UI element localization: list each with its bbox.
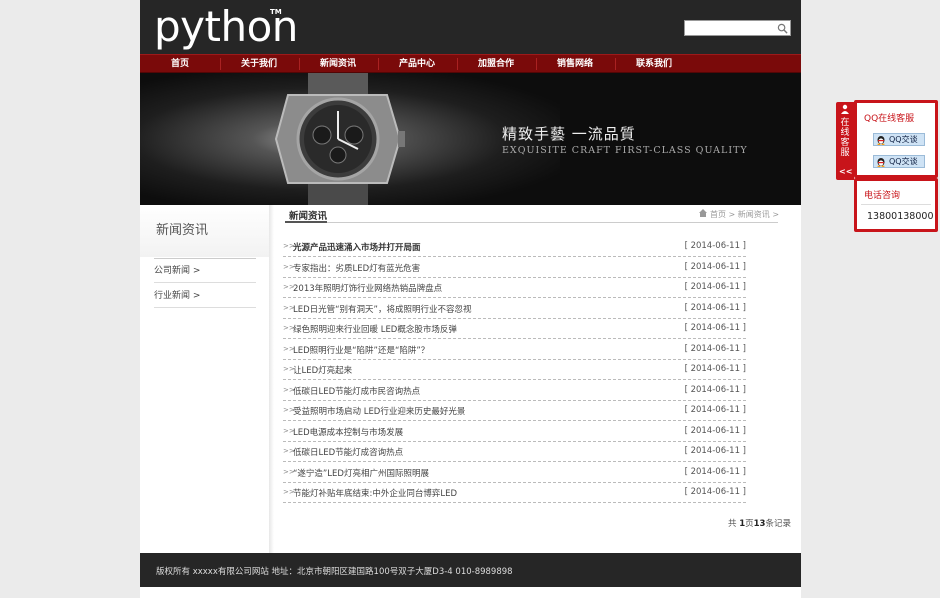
news-date: [ 2014-06-11 ]	[684, 405, 746, 415]
news-row[interactable]: >> LED照明行业是“陷阱”还是“陷阱”？ [ 2014-06-11 ]	[283, 340, 746, 360]
news-row[interactable]: >> 让LED灯亮起来 [ 2014-06-11 ]	[283, 360, 746, 380]
news-row[interactable]: >> 受益照明市场启动 LED行业迎来历史最好光景 [ 2014-06-11 ]	[283, 401, 746, 421]
news-date: [ 2014-06-11 ]	[684, 344, 746, 354]
banner-slogan-cn: 精致手藝 一流品質	[502, 125, 636, 143]
news-title[interactable]: LED日光管“别有洞天”，将成照明行业不容忽视	[293, 303, 471, 315]
news-row[interactable]: >> “遂宁造”LED灯亮相广州国际照明展 [ 2014-06-11 ]	[283, 463, 746, 483]
news-row[interactable]: >> LED日光管“别有洞天”，将成照明行业不容忽视 [ 2014-06-11 …	[283, 299, 746, 319]
news-date: [ 2014-06-11 ]	[684, 262, 746, 272]
service-collapse-button[interactable]: <<	[839, 167, 852, 176]
news-title[interactable]: 低碳日LED节能灯成咨询热点	[293, 446, 403, 458]
news-row[interactable]: >> 绿色照明迎来行业回暖 LED概念股市场反弹 [ 2014-06-11 ]	[283, 319, 746, 339]
news-row[interactable]: >> 低碳日LED节能灯成市民咨询热点 [ 2014-06-11 ]	[283, 381, 746, 401]
section-rule	[285, 222, 778, 223]
section-title: 新闻资讯	[289, 211, 328, 222]
phone-consult-rule	[861, 204, 931, 205]
banner-slogan-en: EXQUISITE CRAFT FIRST-CLASS QUALITY	[502, 145, 748, 156]
news-date: [ 2014-06-11 ]	[684, 467, 746, 477]
news-title[interactable]: 节能灯补贴年底结束:中外企业同台博弈LED	[293, 487, 457, 499]
phone-consult-panel: 电话咨询 13800138000	[854, 178, 938, 232]
news-title[interactable]: LED照明行业是“陷阱”还是“陷阱”？	[293, 344, 429, 356]
nav-item-contact[interactable]: 联系我们	[614, 55, 694, 73]
service-person-icon	[841, 104, 849, 114]
news-date: [ 2014-06-11 ]	[684, 487, 746, 497]
search-icon[interactable]	[777, 23, 788, 34]
search-input[interactable]	[687, 22, 775, 34]
pager-prefix: 共	[728, 519, 740, 529]
news-date: [ 2014-06-11 ]	[684, 426, 746, 436]
news-row[interactable]: >> 低碳日LED节能灯成咨询热点 [ 2014-06-11 ]	[283, 442, 746, 462]
section-rule-accent	[285, 221, 327, 223]
news-row[interactable]: >> 2013年照明灯饰行业网络热销品牌盘点 [ 2014-06-11 ]	[283, 278, 746, 298]
news-title[interactable]: 让LED灯亮起来	[293, 364, 352, 376]
service-tab-label: 在线客服	[840, 118, 850, 158]
phone-consult-title: 电话咨询	[864, 191, 901, 201]
pager-mid: 页	[745, 519, 754, 529]
news-title[interactable]: 受益照明市场启动 LED行业迎来历史最好光景	[293, 405, 465, 417]
qq-service-panel: QQ在线客服 QQ交谈 QQ交谈	[854, 100, 938, 178]
sidebar-item-company-news[interactable]: 公司新闻 >	[154, 259, 256, 283]
phone-number[interactable]: 13800138000	[867, 211, 934, 222]
news-title[interactable]: 专家指出：劣质LED灯有蓝光危害	[293, 262, 420, 274]
nav-item-franchise[interactable]: 加盟合作	[456, 55, 536, 73]
qq-chat-button[interactable]: QQ交谈	[873, 133, 925, 146]
sidebar-title: 新闻资讯	[156, 223, 209, 238]
breadcrumb[interactable]: 首页 > 新闻资讯 >	[710, 209, 779, 220]
pager-count: 13	[753, 519, 766, 529]
sidebar-item-industry-news[interactable]: 行业新闻 >	[154, 284, 256, 308]
news-row[interactable]: >> 专家指出：劣质LED灯有蓝光危害 [ 2014-06-11 ]	[283, 258, 746, 278]
banner: 精致手藝 一流品質 EXQUISITE CRAFT FIRST-CLASS QU…	[140, 73, 801, 205]
news-date: [ 2014-06-11 ]	[684, 446, 746, 456]
qq-chat-label: QQ交谈	[889, 135, 918, 144]
news-title[interactable]: 绿色照明迎来行业回暖 LED概念股市场反弹	[293, 323, 457, 335]
footer-copyright: 版权所有 xxxxx有限公司网站 地址：北京市朝阳区建国路100号双子大厦D3-…	[156, 567, 513, 577]
news-row[interactable]: >> 节能灯补贴年底结束:中外企业同台博弈LED [ 2014-06-11 ]	[283, 483, 746, 503]
header: python TM	[140, 0, 801, 54]
search-box	[684, 20, 791, 36]
online-service-tab[interactable]: 在线客服 <<	[836, 102, 854, 180]
main-nav: 首页 关于我们 新闻资讯 产品中心 加盟合作 销售网络 联系我们	[140, 54, 801, 73]
qq-service-title: QQ在线客服	[864, 114, 915, 124]
news-row[interactable]: >> 光源产品迅速涌入市场并打开局面 [ 2014-06-11 ]	[283, 237, 746, 257]
nav-item-sales-network[interactable]: 销售网络	[535, 55, 615, 73]
news-date: [ 2014-06-11 ]	[684, 385, 746, 395]
news-date: [ 2014-06-11 ]	[684, 364, 746, 374]
nav-item-home[interactable]: 首页	[140, 55, 220, 73]
footer: 版权所有 xxxxx有限公司网站 地址：北京市朝阳区建国路100号双子大厦D3-…	[140, 553, 801, 587]
home-icon	[699, 209, 707, 217]
nav-item-products[interactable]: 产品中心	[377, 55, 457, 73]
news-title[interactable]: 低碳日LED节能灯成市民咨询热点	[293, 385, 420, 397]
logo-trademark: TM	[270, 8, 282, 16]
news-title[interactable]: LED电源成本控制与市场发展	[293, 426, 403, 438]
watch-image	[274, 73, 405, 205]
news-date: [ 2014-06-11 ]	[684, 282, 746, 292]
pager-suffix: 条记录	[765, 519, 791, 529]
news-date: [ 2014-06-11 ]	[684, 303, 746, 313]
news-title[interactable]: “遂宁造”LED灯亮相广州国际照明展	[293, 467, 429, 479]
qq-chat-label: QQ交谈	[889, 157, 918, 166]
news-date: [ 2014-06-11 ]	[684, 241, 746, 251]
news-date: [ 2014-06-11 ]	[684, 323, 746, 333]
qq-penguin-icon	[877, 136, 885, 145]
content-divider	[269, 205, 274, 553]
news-row[interactable]: >> LED电源成本控制与市场发展 [ 2014-06-11 ]	[283, 422, 746, 442]
news-title[interactable]: 2013年照明灯饰行业网络热销品牌盘点	[293, 282, 442, 294]
news-title[interactable]: 光源产品迅速涌入市场并打开局面	[293, 241, 421, 253]
qq-chat-button[interactable]: QQ交谈	[873, 155, 925, 168]
nav-item-about[interactable]: 关于我们	[219, 55, 299, 73]
page-container: python TM 首页 关于我们 新闻资讯 产品中心 加盟合作 销售网络 联系…	[140, 0, 801, 598]
nav-item-news[interactable]: 新闻资讯	[298, 55, 378, 73]
pagination-summary: 共 1页13条记录	[728, 517, 791, 529]
qq-penguin-icon	[877, 158, 885, 167]
